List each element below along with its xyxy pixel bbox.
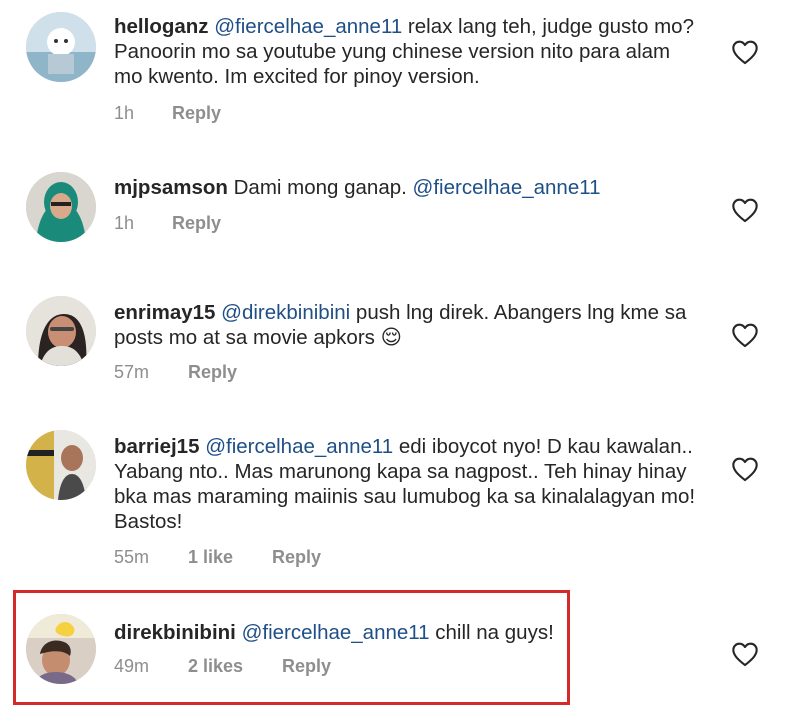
comment-username[interactable]: helloganz	[114, 15, 209, 38]
reply-button[interactable]: Reply	[272, 547, 321, 568]
reply-button[interactable]: Reply	[172, 213, 221, 234]
comment-time: 1h	[114, 103, 135, 123]
like-heart-icon[interactable]	[731, 197, 759, 223]
comment-mention[interactable]: @direkbinibini	[221, 301, 350, 324]
comment-mention[interactable]: @fiercelhae_anne11	[242, 621, 430, 644]
avatar[interactable]	[26, 296, 96, 366]
likes-count[interactable]: 2 likes	[188, 656, 243, 677]
comment-text: helloganz @fiercelhae_anne11 relax lang …	[114, 14, 704, 89]
reply-button[interactable]: Reply	[172, 103, 221, 124]
person-avatar-icon	[26, 172, 96, 242]
avatar[interactable]	[26, 430, 96, 500]
comment-username[interactable]: barriej15	[114, 435, 199, 458]
avatar[interactable]	[26, 614, 96, 684]
comment-text: enrimay15 @direkbinibini push lng direk.…	[114, 300, 704, 350]
comment-username[interactable]: direkbinibini	[114, 621, 236, 644]
like-heart-icon[interactable]	[731, 322, 759, 348]
person-avatar-icon	[26, 430, 96, 500]
highlight-box	[13, 590, 570, 705]
comment-text: direkbinibini @fiercelhae_anne11 chill n…	[114, 620, 704, 645]
comment-text: barriej15 @fiercelhae_anne11 edi iboycot…	[114, 434, 704, 534]
comment-time: 1h	[114, 213, 135, 233]
like-heart-icon[interactable]	[731, 456, 759, 482]
comment-mention[interactable]: @fiercelhae_anne11	[413, 176, 601, 199]
avatar[interactable]	[26, 172, 96, 242]
like-heart-icon[interactable]	[731, 641, 759, 667]
likes-count[interactable]: 1 like	[188, 547, 233, 568]
person-avatar-icon	[26, 614, 96, 684]
reply-button[interactable]: Reply	[282, 656, 331, 677]
like-heart-icon[interactable]	[731, 39, 759, 65]
comment-username[interactable]: enrimay15	[114, 301, 215, 324]
comment-body: Dami mong ganap.	[227, 176, 413, 199]
comment-body: edi iboycot nyo! D kau kawalan.. Yabang …	[114, 435, 696, 533]
comment-mention[interactable]: @fiercelhae_anne11	[214, 15, 402, 38]
cartoon-avatar-icon	[26, 12, 96, 82]
comment-time: 57m	[114, 362, 150, 382]
avatar[interactable]	[26, 12, 96, 82]
comment-time: 55m	[114, 547, 150, 567]
comment-text: mjpsamson Dami mong ganap. @fiercelhae_a…	[114, 175, 704, 200]
comment-mention[interactable]: @fiercelhae_anne11	[205, 435, 393, 458]
comment-time: 49m	[114, 656, 150, 676]
comment-body: chill na guys!	[429, 621, 554, 644]
reply-button[interactable]: Reply	[188, 362, 237, 383]
comment-username[interactable]: mjpsamson	[114, 176, 228, 199]
person-avatar-icon	[26, 296, 96, 366]
